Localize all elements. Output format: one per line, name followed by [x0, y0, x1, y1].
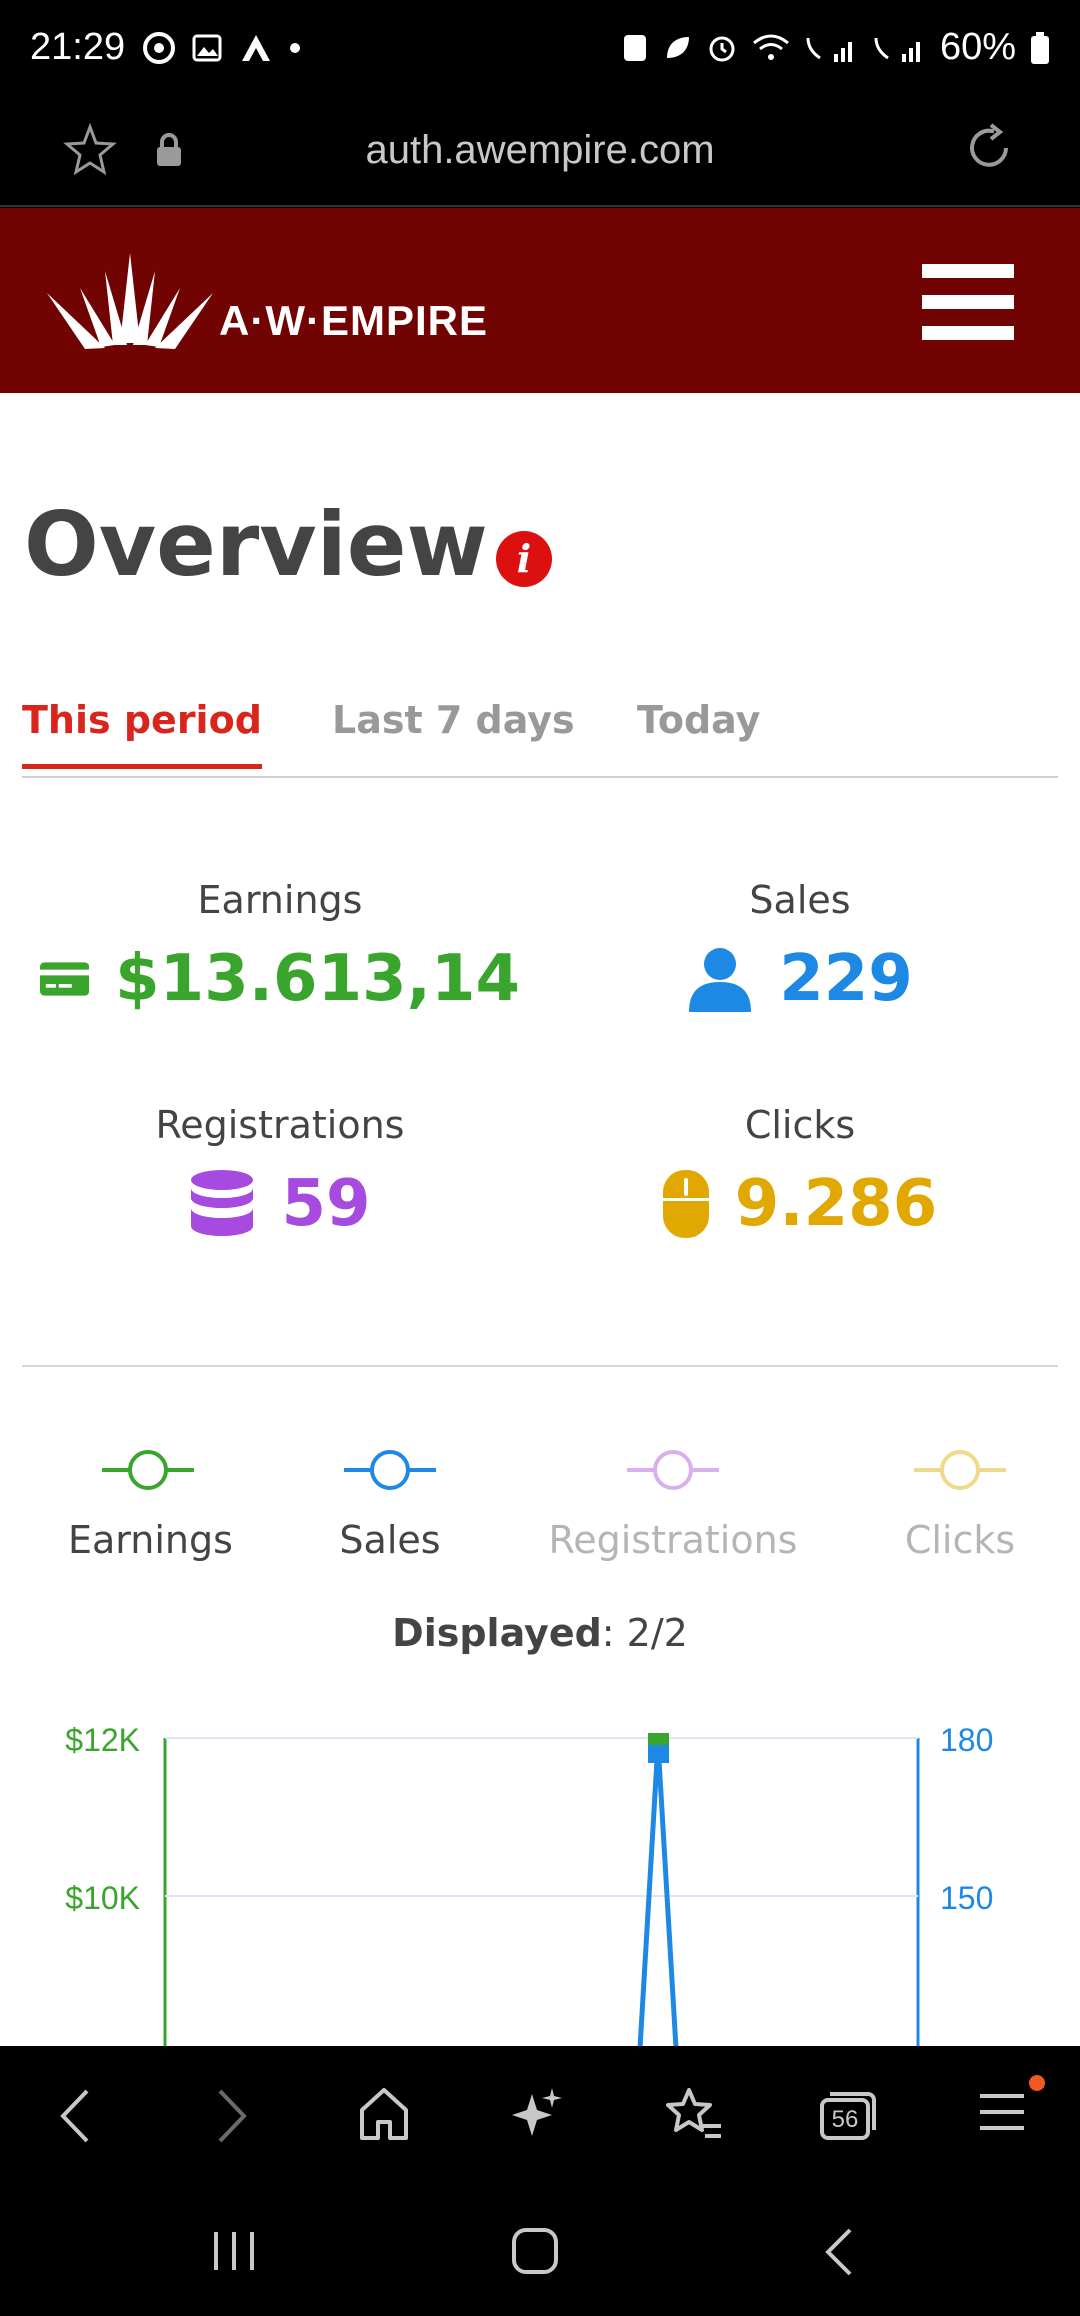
tab-today[interactable]: Today: [637, 698, 760, 764]
right-tick-label: 180: [940, 1722, 993, 1758]
period-tabs: This period Last 7 days Today: [22, 698, 1058, 778]
chart-legend: Earnings Sales Registrations Clicks: [0, 1448, 1080, 1588]
status-bar: 21:29 60%: [0, 0, 1080, 95]
sparkle-icon[interactable]: [510, 2086, 564, 2142]
stat-value: $13.613,14: [115, 942, 520, 1016]
signal-2-icon: [874, 37, 920, 62]
stat-label: Earnings: [197, 878, 363, 922]
tab-this-period[interactable]: This period: [22, 698, 262, 769]
stat-label: Clicks: [744, 1103, 856, 1147]
displayed-value: : 2/2: [601, 1611, 688, 1655]
hamburger-bar: [922, 295, 1014, 309]
tab-last-7-days[interactable]: Last 7 days: [332, 698, 575, 764]
legend-marker-icon: [102, 1450, 194, 1490]
user-icon: [689, 948, 752, 1012]
legend-marker-icon: [914, 1450, 1006, 1490]
forward-icon[interactable]: [212, 2086, 252, 2146]
logo-text: A·W·EMPIRE: [219, 297, 488, 344]
legend-marker-icon: [627, 1450, 719, 1490]
notification-dot-icon: [1029, 2075, 1045, 2091]
dot-icon: [290, 42, 301, 53]
status-time: 21:29: [30, 26, 126, 68]
legend-item-earnings[interactable]: Earnings: [68, 1448, 233, 1562]
legend-item-sales[interactable]: Sales: [310, 1448, 470, 1562]
earnings-point[interactable]: [648, 1733, 669, 1745]
reload-icon[interactable]: [958, 117, 1020, 179]
notification-icon: [623, 34, 646, 61]
overview-chart: $12K $10K 180 150: [65, 1722, 993, 2046]
menu-button[interactable]: [922, 264, 1014, 340]
awempire-logo[interactable]: A·W·EMPIRE: [45, 253, 488, 351]
signal-1-icon: [806, 37, 852, 62]
stat-label: Registrations: [155, 1103, 405, 1147]
app-icon: [242, 34, 271, 61]
site-header: A·W·EMPIRE: [0, 208, 1080, 393]
home-button-icon[interactable]: [510, 2226, 560, 2276]
battery-icon: [1031, 31, 1049, 64]
stat-value: 59: [281, 1167, 371, 1241]
menu-icon[interactable]: [978, 2086, 1026, 2136]
address-bar: auth.awempire.com: [0, 95, 1080, 207]
legend-marker-icon: [344, 1450, 436, 1490]
stat-value: 229: [779, 942, 913, 1016]
left-tick-label: $12K: [65, 1722, 140, 1758]
sales-point[interactable]: [648, 1745, 669, 1763]
legend-label: Clicks: [904, 1518, 1016, 1562]
gallery-icon: [192, 34, 222, 61]
logo-crown-icon: [47, 253, 213, 349]
stat-registrations: Registrations 59: [40, 1103, 520, 1241]
url-text[interactable]: auth.awempire.com: [0, 128, 1080, 173]
database-icon: [191, 1170, 254, 1236]
stat-value: 9.286: [734, 1167, 938, 1241]
legend-label: Earnings: [68, 1518, 233, 1562]
hamburger-bar: [922, 326, 1014, 340]
hamburger-bar: [922, 264, 1014, 278]
recent-apps-icon[interactable]: [210, 2228, 258, 2274]
sales-series-line: [637, 1742, 679, 2046]
stat-label: Sales: [749, 878, 851, 922]
chrome-icon: [143, 31, 176, 64]
legend-item-clicks[interactable]: Clicks: [880, 1448, 1040, 1562]
leaf-icon: [666, 36, 689, 58]
system-navigation: [0, 2186, 1080, 2316]
tabs-button[interactable]: 56: [818, 2086, 878, 2142]
main-content: Overview i This period Last 7 days Today…: [0, 393, 1080, 2046]
home-icon[interactable]: [358, 2086, 410, 2142]
info-icon[interactable]: i: [496, 531, 552, 587]
mouse-icon: [662, 1170, 709, 1238]
right-tick-label: 150: [940, 1880, 993, 1916]
left-tick-label: $10K: [65, 1880, 140, 1916]
bookmarks-icon[interactable]: [665, 2086, 723, 2142]
page-title: Overview: [24, 493, 488, 596]
tab-count: 56: [831, 2106, 859, 2133]
alarm-icon: [709, 36, 735, 61]
wifi-icon: [752, 34, 789, 60]
displayed-label: Displayed: [392, 1611, 602, 1655]
battery-percent: 60%: [939, 26, 1016, 68]
section-divider: [22, 1365, 1058, 1367]
credit-card-icon: [40, 962, 90, 996]
legend-label: Sales: [339, 1518, 441, 1562]
stat-clicks: Clicks 9.286: [560, 1103, 1040, 1241]
stat-earnings: Earnings $13.613,14: [40, 878, 520, 1016]
browser-toolbar: 56: [0, 2046, 1080, 2186]
system-back-icon[interactable]: [820, 2226, 856, 2278]
displayed-count: Displayed: 2/2: [0, 1611, 1080, 1655]
back-icon[interactable]: [55, 2086, 95, 2146]
legend-item-registrations[interactable]: Registrations: [548, 1448, 798, 1562]
stat-sales: Sales 229: [560, 878, 1040, 1016]
legend-label: Registrations: [548, 1518, 798, 1562]
